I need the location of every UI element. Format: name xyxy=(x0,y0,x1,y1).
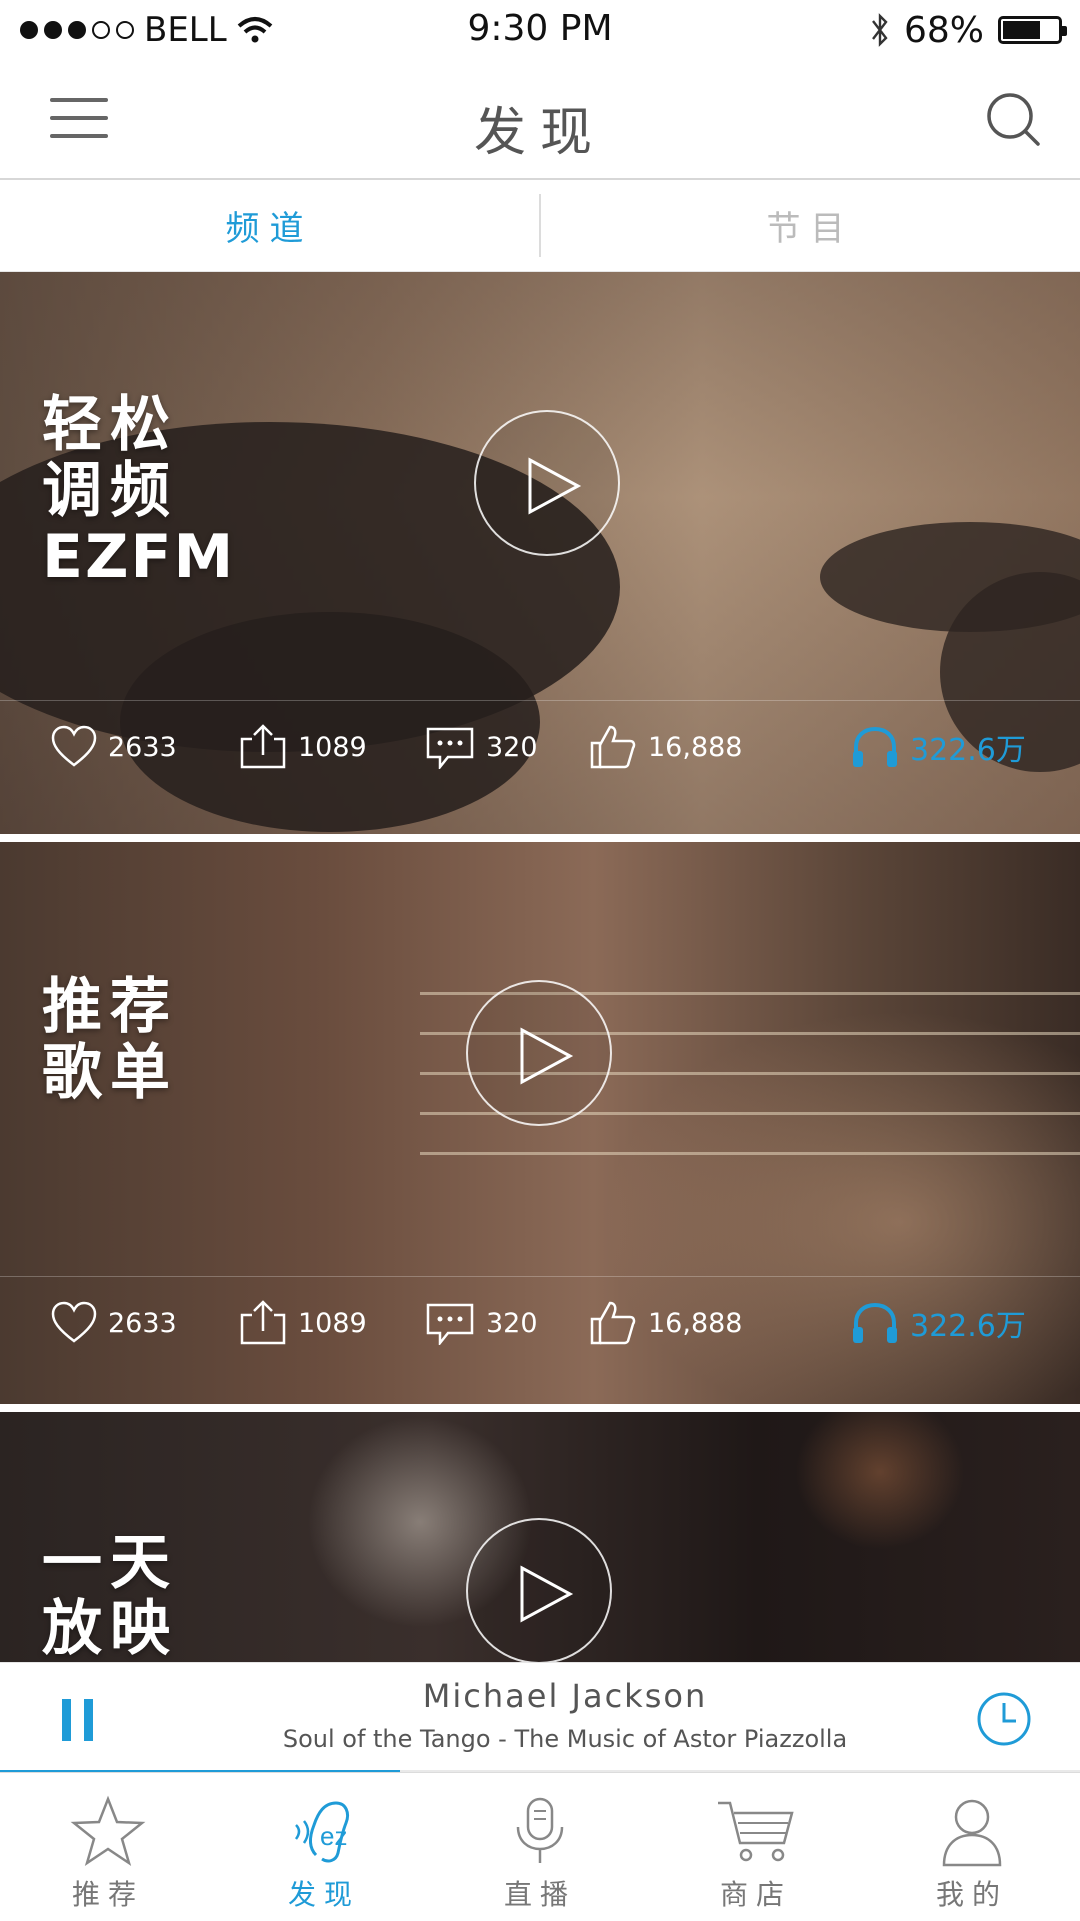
card-stats: 2633 1089 320 16,888 322.6万 xyxy=(0,1276,1080,1369)
comment-count: 320 xyxy=(486,731,538,763)
card-title: 轻松 调频 EZFM xyxy=(42,392,235,590)
heart-icon xyxy=(51,1301,97,1343)
channel-card-ezfm[interactable]: 轻松 调频 EZFM 2633 1089 320 16,888 322.6万 xyxy=(0,272,1080,834)
page-title: 发现 xyxy=(473,103,606,163)
tabbar-label: 推荐 xyxy=(71,1878,144,1911)
thumbs-up-count: 16,888 xyxy=(648,1307,743,1339)
listen-stat: 322.6万 xyxy=(850,725,1026,769)
ez-ear-icon: ez xyxy=(294,1801,350,1863)
like-count: 2633 xyxy=(108,731,177,763)
tabbar-item-me[interactable]: 我的 xyxy=(864,1773,1080,1921)
thumbs-up-icon xyxy=(590,1301,636,1345)
share-icon xyxy=(240,1300,286,1345)
person-icon xyxy=(942,1799,1002,1867)
nav-bar: 发现 xyxy=(0,62,1080,180)
comment-icon xyxy=(426,1303,474,1345)
play-button[interactable] xyxy=(466,1518,612,1662)
segment-tabs: 频道 节目 xyxy=(0,180,1080,272)
thumbs-up-stat[interactable]: 16,888 xyxy=(588,1299,742,1347)
play-button[interactable] xyxy=(466,980,612,1126)
channel-card-daily-screening[interactable]: 一天 放映 xyxy=(0,1412,1080,1662)
play-icon xyxy=(520,1027,574,1085)
share-icon xyxy=(240,724,286,769)
tabbar-label: 直播 xyxy=(503,1878,576,1911)
card-title-line: 推荐 xyxy=(42,972,178,1042)
play-icon xyxy=(520,1565,574,1623)
cart-icon xyxy=(718,1801,794,1862)
tabbar-item-discover[interactable]: ez 发现 xyxy=(216,1773,432,1921)
thumbs-up-icon xyxy=(590,725,636,769)
pause-button[interactable] xyxy=(62,1699,94,1741)
tabbar-label: 发现 xyxy=(287,1878,360,1911)
tab-channels[interactable]: 频道 xyxy=(0,180,539,271)
now-playing-artist: Michael Jackson xyxy=(422,1677,708,1715)
mini-player[interactable]: Michael Jackson Soul of the Tango - The … xyxy=(0,1662,1080,1773)
like-count: 2633 xyxy=(108,1307,177,1339)
search-button[interactable] xyxy=(984,90,1044,150)
timer-button[interactable] xyxy=(976,1691,1032,1747)
search-icon xyxy=(987,93,1040,146)
battery-icon xyxy=(998,16,1067,44)
bottom-tab-bar: 推荐 ez 发现 直播 商店 我的 xyxy=(0,1772,1080,1921)
card-title-line: 歌单 xyxy=(42,1038,178,1108)
card-title: 一天 放映 xyxy=(42,1530,178,1662)
comment-count: 320 xyxy=(486,1307,538,1339)
share-stat[interactable]: 1089 xyxy=(238,1299,367,1347)
star-icon xyxy=(70,1795,146,1866)
listen-stat: 322.6万 xyxy=(850,1301,1026,1345)
card-stats: 2633 1089 320 16,888 322.6万 xyxy=(0,700,1080,793)
svg-text:ez: ez xyxy=(320,1821,347,1851)
tabbar-label: 商店 xyxy=(719,1878,792,1911)
comment-stat[interactable]: 320 xyxy=(424,1301,538,1345)
battery-percent: 68% xyxy=(903,9,984,51)
thumbs-up-stat[interactable]: 16,888 xyxy=(588,723,742,771)
tabbar-label: 我的 xyxy=(935,1878,1008,1911)
like-stat[interactable]: 2633 xyxy=(50,1301,177,1345)
status-bar: BELL 9:30 PM 68% xyxy=(0,0,1080,62)
card-title-line: 轻松 xyxy=(42,390,178,460)
now-playing-title: Soul of the Tango - The Music of Astor P… xyxy=(282,1725,848,1753)
card-title-line: EZFM xyxy=(42,522,236,592)
heart-icon xyxy=(51,725,97,767)
headphones-icon xyxy=(853,726,897,767)
tabbar-item-store[interactable]: 商店 xyxy=(648,1773,864,1921)
comment-icon xyxy=(426,727,474,769)
tabbar-item-recommend[interactable]: 推荐 xyxy=(0,1773,216,1921)
headphones-icon xyxy=(853,1302,897,1343)
tab-programs[interactable]: 节目 xyxy=(541,180,1080,271)
like-stat[interactable]: 2633 xyxy=(50,725,177,769)
play-button[interactable] xyxy=(474,410,620,556)
share-count: 1089 xyxy=(298,731,367,763)
status-right: 68% xyxy=(870,8,1067,52)
card-title: 推荐 歌单 xyxy=(42,974,178,1106)
tabbar-item-live[interactable]: 直播 xyxy=(432,1773,648,1921)
comment-stat[interactable]: 320 xyxy=(424,725,538,769)
share-count: 1089 xyxy=(298,1307,367,1339)
microphone-icon xyxy=(516,1797,564,1863)
channel-card-playlist[interactable]: 推荐 歌单 2633 1089 320 16,888 322.6万 xyxy=(0,842,1080,1404)
thumbs-up-count: 16,888 xyxy=(648,731,743,763)
card-title-line: 调频 xyxy=(42,456,178,526)
listen-count: 322.6万 xyxy=(910,1309,1026,1344)
share-stat[interactable]: 1089 xyxy=(238,723,367,771)
play-icon xyxy=(528,457,582,515)
card-title-line: 一天 xyxy=(42,1528,178,1598)
bluetooth-icon xyxy=(872,13,888,47)
listen-count: 322.6万 xyxy=(910,733,1026,768)
clock-icon xyxy=(977,1692,1031,1746)
card-title-line: 放映 xyxy=(42,1594,178,1662)
